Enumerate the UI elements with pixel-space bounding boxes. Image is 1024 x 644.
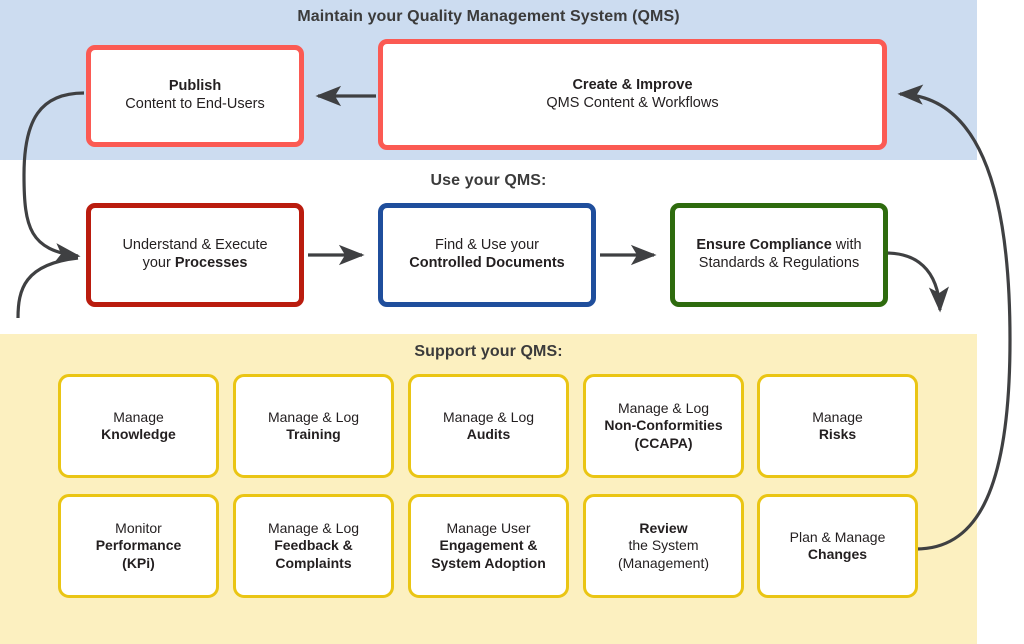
node-create-improve-line1: Create & Improve xyxy=(572,76,693,93)
node-manage-log-non-conformities-line3: (CCAPA) xyxy=(634,434,693,451)
node-review-the-system-line3: (Management) xyxy=(617,554,710,571)
node-review-the-system[interactable]: Review the System (Management) xyxy=(583,494,744,598)
node-documents-text: Find & Use your Controlled Documents xyxy=(403,237,570,272)
node-manage-user-engagement-adoption-line1: Manage User xyxy=(446,520,531,537)
node-monitor-performance-kpi-text: Monitor Performance (KPi) xyxy=(90,520,188,571)
node-manage-risks[interactable]: Manage Risks xyxy=(757,374,918,478)
node-manage-user-engagement-adoption-line3: System Adoption xyxy=(431,554,546,571)
node-processes-line2-prefix: your xyxy=(142,255,175,271)
node-manage-log-training[interactable]: Manage & Log Training xyxy=(233,374,394,478)
node-publish-text: Publish Content to End-Users xyxy=(119,78,270,113)
node-manage-user-engagement-adoption-line2: Engagement & xyxy=(439,537,538,554)
node-manage-knowledge-text: Manage Knowledge xyxy=(95,409,182,443)
node-understand-execute-processes[interactable]: Understand & Execute your Processes xyxy=(86,203,304,307)
node-manage-risks-line1: Manage xyxy=(812,408,863,425)
node-manage-risks-text: Manage Risks xyxy=(806,409,869,443)
node-create-improve[interactable]: Create & Improve QMS Content & Workflows xyxy=(378,39,887,150)
node-manage-log-non-conformities-text: Manage & Log Non-Conformities (CCAPA) xyxy=(598,400,728,451)
node-manage-log-audits[interactable]: Manage & Log Audits xyxy=(408,374,569,478)
node-manage-log-feedback-complaints-line2: Feedback & xyxy=(274,537,353,554)
node-ensure-compliance[interactable]: Ensure Compliance with Standards & Regul… xyxy=(670,203,888,307)
node-manage-user-engagement-adoption-text: Manage User Engagement & System Adoption xyxy=(425,520,552,571)
node-manage-risks-line2: Risks xyxy=(818,426,857,442)
node-create-improve-text: Create & Improve QMS Content & Workflows xyxy=(540,77,724,112)
node-publish[interactable]: Publish Content to End-Users xyxy=(86,45,304,147)
node-publish-line2: Content to End-Users xyxy=(125,96,265,112)
node-manage-log-training-line2: Training xyxy=(286,426,341,442)
node-manage-log-feedback-complaints-line1: Manage & Log xyxy=(267,520,360,537)
node-plan-manage-changes-line2: Changes xyxy=(807,546,868,562)
node-manage-knowledge[interactable]: Manage Knowledge xyxy=(58,374,219,478)
node-manage-log-non-conformities[interactable]: Manage & Log Non-Conformities (CCAPA) xyxy=(583,374,744,478)
node-find-use-controlled-documents[interactable]: Find & Use your Controlled Documents xyxy=(378,203,596,307)
node-processes-line1: Understand & Execute xyxy=(122,237,268,254)
node-compliance-line2: Standards & Regulations xyxy=(698,255,860,271)
node-create-improve-line2: QMS Content & Workflows xyxy=(546,94,719,111)
node-publish-line1: Publish xyxy=(168,78,222,95)
node-manage-log-training-text: Manage & Log Training xyxy=(262,409,365,443)
node-plan-manage-changes-text: Plan & Manage Changes xyxy=(784,529,892,563)
node-manage-log-feedback-complaints[interactable]: Manage & Log Feedback & Complaints xyxy=(233,494,394,598)
node-manage-log-feedback-complaints-line3: Complaints xyxy=(275,554,352,571)
node-manage-log-feedback-complaints-text: Manage & Log Feedback & Complaints xyxy=(262,520,365,571)
node-manage-log-audits-text: Manage & Log Audits xyxy=(437,409,540,443)
node-manage-log-non-conformities-line2: Non-Conformities xyxy=(604,417,723,434)
node-manage-log-audits-line2: Audits xyxy=(466,426,511,442)
band-title-use: Use your QMS: xyxy=(430,172,547,189)
band-title-support: Support your QMS: xyxy=(414,343,563,360)
node-manage-log-audits-line1: Manage & Log xyxy=(442,408,535,425)
node-manage-user-engagement-adoption[interactable]: Manage User Engagement & System Adoption xyxy=(408,494,569,598)
node-plan-manage-changes-line1: Plan & Manage xyxy=(789,528,886,545)
node-documents-line1: Find & Use your xyxy=(435,237,539,254)
node-compliance-text: Ensure Compliance with Standards & Regul… xyxy=(690,237,867,272)
node-monitor-performance-kpi-line1: Monitor xyxy=(115,520,162,537)
node-review-the-system-line1: Review xyxy=(639,520,688,537)
node-review-the-system-line2: the System xyxy=(628,537,699,554)
band-title-maintain: Maintain your Quality Management System … xyxy=(297,8,680,25)
node-review-the-system-text: Review the System (Management) xyxy=(612,520,715,571)
node-manage-knowledge-line1: Manage xyxy=(113,408,164,425)
node-plan-manage-changes[interactable]: Plan & Manage Changes xyxy=(757,494,918,598)
node-manage-log-training-line1: Manage & Log xyxy=(267,408,360,425)
node-manage-log-non-conformities-line1: Manage & Log xyxy=(617,400,710,417)
qms-diagram: Maintain your Quality Management System … xyxy=(0,0,1024,644)
node-monitor-performance-kpi-line2: Performance xyxy=(95,537,182,554)
node-documents-line2-bold: Controlled Documents xyxy=(409,255,565,271)
node-manage-knowledge-line2: Knowledge xyxy=(101,426,176,442)
node-monitor-performance-kpi[interactable]: Monitor Performance (KPi) xyxy=(58,494,219,598)
node-compliance-line1-bold: Ensure Compliance xyxy=(696,237,832,254)
node-monitor-performance-kpi-line3: (KPi) xyxy=(122,554,155,571)
node-compliance-line1-suffix: with xyxy=(831,237,862,254)
node-processes-line2-bold: Processes xyxy=(174,255,248,271)
node-processes-text: Understand & Execute your Processes xyxy=(116,237,273,272)
